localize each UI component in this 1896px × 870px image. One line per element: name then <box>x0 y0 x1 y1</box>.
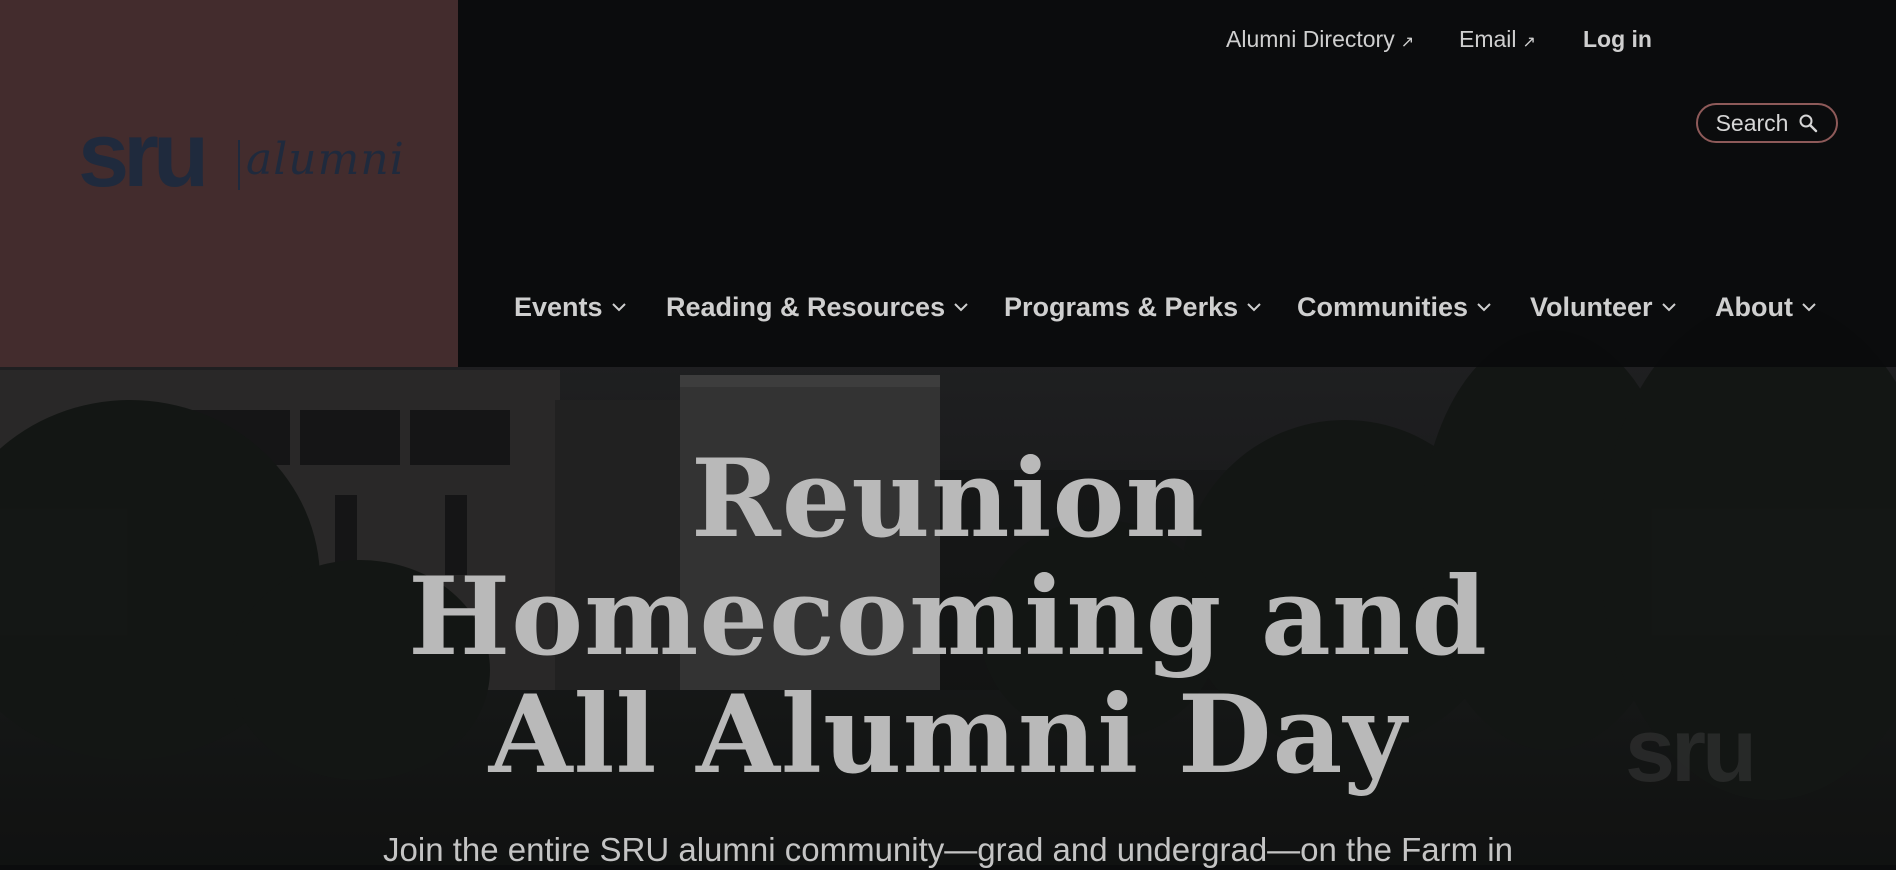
hero-title-line-2: Homecoming and <box>408 554 1488 680</box>
nav-events-label: Events <box>514 292 603 322</box>
nav-volunteer[interactable]: Volunteer <box>1530 290 1677 324</box>
nav-communities[interactable]: Communities <box>1297 290 1492 324</box>
sru-alumni-logo[interactable]: sru alumni <box>78 104 404 206</box>
search-button[interactable]: Search <box>1696 103 1838 143</box>
nav-about-label: About <box>1715 292 1793 322</box>
email-label: Email <box>1459 26 1517 52</box>
chevron-down-icon <box>611 303 626 312</box>
chevron-down-icon <box>1247 303 1261 312</box>
nav-events[interactable]: Events <box>514 290 627 324</box>
nav-volunteer-label: Volunteer <box>1530 292 1653 322</box>
arrow-up-right-icon: ↗ <box>1522 34 1536 51</box>
nav-reading-resources[interactable]: Reading & Resources <box>666 290 969 324</box>
hero-subtitle: Join the entire SRU alumni community—gra… <box>383 831 1513 868</box>
site-header: sru alumni Alumni Directory ↗ Email ↗ Log … <box>0 0 1896 367</box>
nav-programs-perks-label: Programs & Perks <box>1004 292 1239 322</box>
nav-communities-label: Communities <box>1297 292 1469 322</box>
logo-wordmark: sru <box>78 104 209 206</box>
alumni-directory-link[interactable]: Alumni Directory ↗ <box>1226 24 1414 58</box>
nav-programs-perks[interactable]: Programs & Perks <box>1004 290 1262 324</box>
search-label: Search <box>1715 109 1789 136</box>
logo-script-text: alumni <box>246 134 405 185</box>
email-link[interactable]: Email ↗ <box>1459 24 1536 58</box>
nav-reading-resources-label: Reading & Resources <box>666 292 946 322</box>
hero-title-line-3: All Alumni Day <box>488 672 1408 798</box>
hero-title-line-1: Reunion <box>690 436 1206 562</box>
hero-title: Reunion Homecoming and All Alumni Day <box>0 440 1896 794</box>
chevron-down-icon <box>1477 303 1491 312</box>
arrow-up-right-icon: ↗ <box>1400 34 1415 51</box>
nav-about[interactable]: About <box>1715 290 1817 324</box>
logo-divider <box>238 140 240 190</box>
logo-panel: sru alumni <box>0 0 458 367</box>
chevron-down-icon <box>1661 303 1676 312</box>
chevron-down-icon <box>1802 303 1816 312</box>
alumni-directory-label: Alumni Directory <box>1226 26 1395 52</box>
chevron-down-icon <box>954 303 968 312</box>
search-icon <box>1799 114 1818 133</box>
login-link[interactable]: Log in <box>1583 24 1652 54</box>
